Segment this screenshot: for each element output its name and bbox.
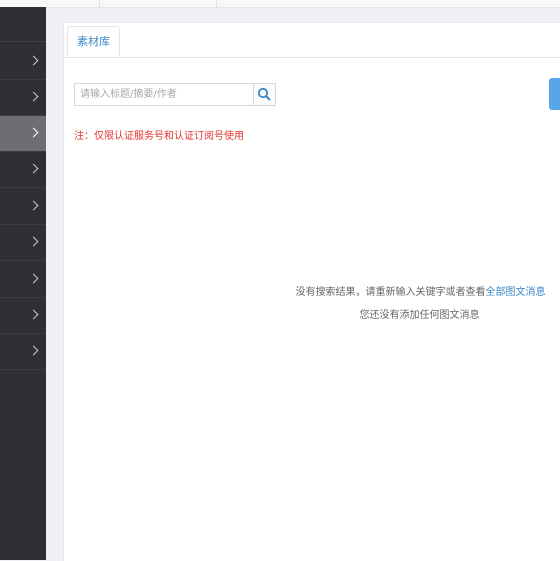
sidebar-item[interactable] xyxy=(0,44,46,80)
sidebar-item[interactable] xyxy=(0,298,46,334)
chevron-right-icon xyxy=(28,273,39,284)
top-strip xyxy=(0,0,560,8)
chevron-right-icon xyxy=(28,163,39,174)
sidebar-item-active[interactable] xyxy=(0,116,46,152)
chevron-right-icon xyxy=(28,345,39,356)
chevron-right-icon xyxy=(28,91,39,102)
search-input[interactable] xyxy=(75,84,253,105)
chevron-right-icon xyxy=(28,200,39,211)
sidebar-divider xyxy=(0,41,46,42)
chevron-right-icon xyxy=(28,236,39,247)
sidebar-item[interactable] xyxy=(0,152,46,188)
sidebar-item[interactable] xyxy=(0,225,46,261)
tab-material-library[interactable]: 素材库 xyxy=(67,26,120,57)
top-divider xyxy=(216,0,217,7)
chevron-right-icon xyxy=(28,309,39,320)
top-divider xyxy=(99,0,100,7)
search-box xyxy=(74,83,276,106)
search-icon xyxy=(257,87,271,101)
empty-state-line1: 没有搜索结果，请重新输入关键字或者查看全部图文消息 xyxy=(64,283,560,298)
chevron-right-icon xyxy=(28,55,39,66)
notice-text: 注：仅限认证服务号和认证订阅号使用 xyxy=(74,131,244,142)
sidebar-item[interactable] xyxy=(0,334,46,370)
sidebar-item[interactable] xyxy=(0,262,46,298)
sidebar xyxy=(0,7,46,560)
empty-state-text: 没有搜索结果，请重新输入关键字或者查看 xyxy=(295,287,486,298)
material-library-panel: 素材库 注：仅限认证服务号和认证订阅号使用 没有搜索结果，请重新输入关键字或者查… xyxy=(63,22,560,561)
chevron-right-icon xyxy=(28,127,39,138)
all-articles-link[interactable]: 全部图文消息 xyxy=(486,287,546,298)
tab-bar: 素材库 xyxy=(64,23,560,58)
sidebar-item[interactable] xyxy=(0,80,46,116)
new-message-button[interactable] xyxy=(549,78,560,110)
sidebar-item[interactable] xyxy=(0,189,46,225)
search-button[interactable] xyxy=(253,83,276,106)
empty-state-line2: 您还没有添加任何图文消息 xyxy=(359,310,480,321)
